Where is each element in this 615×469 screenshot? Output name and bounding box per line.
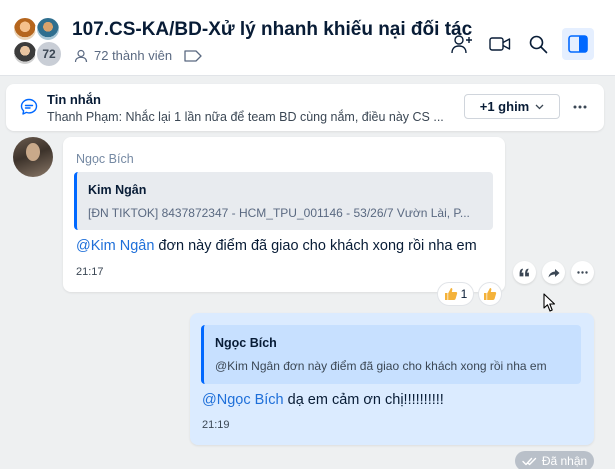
video-call-icon (489, 37, 511, 51)
mention-link[interactable]: @Kim Ngân (76, 238, 154, 254)
message-time: 21:17 (76, 266, 104, 278)
pinned-text: Thanh Phạm: Nhắc lại 1 lần nữa để team B… (47, 110, 444, 124)
double-check-icon (522, 457, 537, 465)
message-body: dạ em cảm ơn chị!!!!!!!!!! (283, 392, 444, 408)
search-button[interactable] (524, 30, 552, 58)
pinned-message-bar[interactable]: Tin nhắn Thanh Phạm: Nhắc lại 1 lần nữa … (6, 84, 604, 131)
conversation-title[interactable]: 107.CS-KA/BD-Xử lý nhanh khiếu nại đối t… (72, 19, 472, 41)
message-actions (513, 261, 594, 284)
mention-link[interactable]: @Ngọc Bích (202, 392, 284, 408)
reaction-summary[interactable]: 1 (437, 282, 474, 306)
tag-icon[interactable] (184, 49, 202, 62)
video-call-button[interactable] (486, 30, 514, 58)
search-icon (529, 35, 548, 54)
forward-icon (548, 268, 559, 277)
conversation-header: 72 107.CS-KA/BD-Xử lý nhanh khiếu nại đố… (0, 0, 615, 76)
own-message-bubble[interactable]: Ngọc Bích @Kim Ngân đơn này điểm đã giao… (190, 313, 594, 445)
sidebar-toggle-button[interactable] (562, 28, 594, 60)
sender-name: Ngọc Bích (76, 152, 134, 166)
mouse-cursor-icon (543, 293, 556, 312)
person-icon (74, 49, 88, 62)
add-member-icon (451, 35, 472, 54)
quoted-sender: Kim Ngân (88, 183, 147, 197)
message-bubble[interactable]: Ngọc Bích Kim Ngân [ĐN TIKTOK] 843787234… (63, 137, 505, 292)
quoted-text: [ĐN TIKTOK] 8437872347 - HCM_TPU_001146 … (88, 206, 470, 220)
more-pins-label: +1 ghim (479, 99, 530, 114)
members-label: 72 thành viên (94, 48, 173, 63)
message-text: @Ngọc Bích dạ em cảm ơn chị!!!!!!!!!! (202, 392, 444, 408)
delivery-status-badge: Đã nhận (515, 451, 594, 469)
sender-avatar[interactable] (13, 137, 53, 177)
delivery-status-label: Đã nhận (541, 454, 588, 468)
more-horizontal-icon (577, 271, 588, 274)
more-pins-button[interactable]: +1 ghim (464, 94, 560, 119)
quoted-message[interactable]: Kim Ngân [ĐN TIKTOK] 8437872347 - HCM_TP… (74, 172, 493, 230)
member-avatar (35, 16, 61, 42)
quoted-message[interactable]: Ngọc Bích @Kim Ngân đơn này điểm đã giao… (201, 325, 581, 384)
more-horizontal-icon (573, 105, 587, 109)
member-count-badge: 72 (35, 40, 63, 68)
quote-button[interactable] (513, 261, 536, 284)
chevron-down-icon (535, 104, 544, 109)
reaction-count: 1 (460, 287, 468, 301)
group-avatar[interactable]: 72 (10, 14, 64, 68)
react-button[interactable] (478, 282, 502, 306)
members-info[interactable]: 72 thành viên (74, 48, 202, 63)
quoted-text: @Kim Ngân đơn này điểm đã giao cho khách… (215, 359, 547, 373)
thumbs-up-icon (484, 288, 497, 300)
message-time: 21:19 (202, 419, 230, 431)
add-member-button[interactable] (448, 30, 476, 58)
message-text: @Kim Ngân đơn này điểm đã giao cho khách… (76, 238, 477, 254)
quoted-sender: Ngọc Bích (215, 336, 277, 350)
message-body: đơn này điểm đã giao cho khách xong rồi … (154, 238, 477, 254)
pinned-title: Tin nhắn (47, 92, 101, 107)
message-more-button[interactable] (571, 261, 594, 284)
pinned-more-button[interactable] (569, 96, 591, 118)
message-icon (20, 98, 38, 121)
quote-icon (519, 268, 529, 277)
header-actions (448, 28, 594, 60)
thumbs-up-icon (444, 288, 457, 300)
sidebar-toggle-icon (568, 35, 588, 53)
forward-button[interactable] (542, 261, 565, 284)
